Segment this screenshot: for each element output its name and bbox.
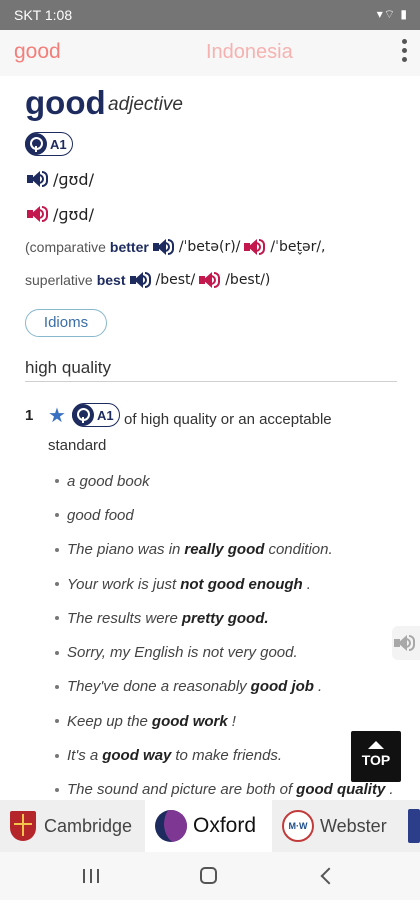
dictionary-switcher: Cambridge Oxford M·W Webster — [0, 800, 420, 852]
recents-icon[interactable] — [83, 869, 99, 883]
superlative-us-pron: /best/) — [225, 272, 271, 288]
speaker-us-icon[interactable] — [27, 205, 49, 223]
example-item: The sound and picture are both of good qu… — [55, 773, 400, 800]
tab-label: Oxford — [193, 814, 257, 837]
status-icons: ▾⌔ ▮ — [376, 7, 408, 21]
headword: good — [25, 84, 106, 121]
comparative-us-pron: /ˈbet̬ər/, — [270, 239, 326, 255]
tab-webster[interactable]: M·W Webster — [282, 800, 407, 852]
sense-definition: of high quality or an acceptable standar… — [48, 411, 332, 454]
pron-us-row: /ɡʊd/ — [27, 203, 94, 225]
top-label: TOP — [361, 752, 391, 768]
system-nav-bar — [0, 852, 420, 900]
section-title: high quality — [25, 358, 112, 377]
example-item: a good book — [55, 464, 400, 498]
example-item: Your work is just not good enough. — [55, 567, 400, 601]
back-icon[interactable] — [318, 866, 338, 886]
dictionary-logo-icon — [408, 809, 420, 843]
tab-cambridge[interactable]: Cambridge — [10, 800, 145, 852]
example-item: They've done a reasonably good job. — [55, 670, 400, 704]
cambridge-logo-icon — [10, 811, 36, 841]
pron-us: /ɡʊd/ — [53, 204, 94, 224]
arrow-up-icon — [368, 741, 384, 749]
language-selector[interactable]: Indonesia — [206, 41, 293, 64]
forms-open: (comparative — [25, 239, 106, 255]
superlative-label: superlative — [25, 272, 93, 288]
status-time: SKT 1:08 — [14, 7, 73, 23]
example-item: It's a good way to make friends. — [55, 738, 400, 772]
level-text: A1 — [50, 136, 67, 152]
pron-uk-row: /ɡʊd/ — [27, 168, 94, 190]
oxford-key-icon — [25, 133, 47, 155]
speaker-uk-icon[interactable] — [152, 238, 175, 256]
superlative-row: superlative best /best/ /best/) — [25, 271, 270, 289]
speaker-us-icon[interactable] — [199, 271, 221, 289]
superlative-word: best — [96, 272, 126, 288]
idioms-button[interactable]: Idioms — [25, 309, 107, 337]
example-item: The piano was in really good condition. — [55, 533, 400, 567]
speaker-uk-icon[interactable] — [27, 170, 49, 188]
merriam-webster-logo-icon: M·W — [282, 810, 314, 842]
examples-list: a good book good food The piano was in re… — [55, 464, 400, 800]
app-header: good Indonesia — [0, 30, 420, 76]
tab-next-dictionary[interactable] — [408, 800, 420, 852]
scroll-top-button[interactable]: TOP — [351, 731, 401, 782]
tab-oxford[interactable]: Oxford — [145, 800, 272, 852]
floating-speaker-button[interactable] — [392, 626, 420, 660]
speaker-uk-icon[interactable] — [129, 271, 152, 289]
example-item: good food — [55, 498, 400, 532]
tab-label: Cambridge — [44, 815, 133, 836]
overflow-menu-icon[interactable] — [400, 39, 408, 67]
comparative-row: (comparative better /ˈbetə(r)/ /ˈbet̬ər/… — [25, 238, 326, 256]
search-word[interactable]: good — [14, 40, 61, 64]
tab-label: Webster — [320, 815, 387, 836]
comparative-word: better — [109, 239, 149, 255]
comparative-uk-pron: /ˈbetə(r)/ — [178, 239, 241, 255]
oxford-logo-icon — [155, 810, 187, 842]
speaker-icon — [394, 634, 416, 652]
level-badge: A1 — [25, 132, 73, 156]
home-icon[interactable] — [200, 867, 217, 884]
example-item: Sorry, my English is not very good. — [55, 635, 400, 669]
speaker-us-icon[interactable] — [244, 238, 266, 256]
sense-number: 1 — [25, 407, 34, 424]
status-bar: SKT 1:08 ▾⌔ ▮ — [0, 0, 420, 30]
entry-content[interactable]: good adjective A1 /ɡʊd/ /ɡʊd/ (comparati… — [0, 76, 420, 800]
example-item: The results were pretty good. — [55, 601, 400, 635]
part-of-speech: adjective — [108, 94, 183, 115]
example-item: Keep up the good work! — [55, 704, 400, 738]
section-divider — [25, 381, 397, 382]
pron-uk: /ɡʊd/ — [53, 169, 94, 189]
superlative-uk-pron: /best/ — [155, 272, 196, 288]
